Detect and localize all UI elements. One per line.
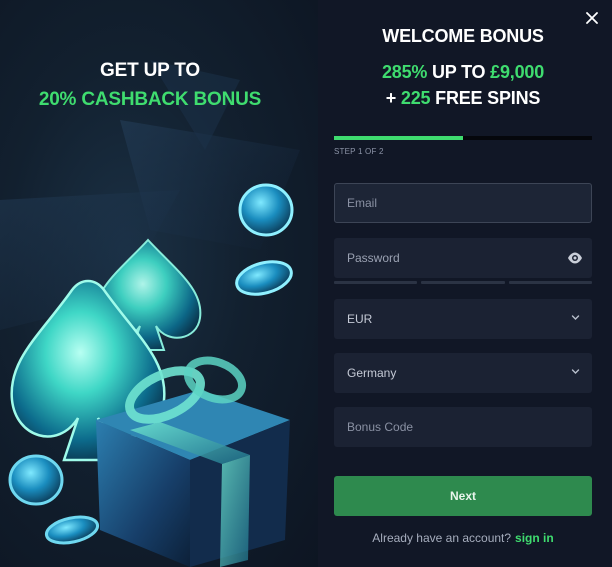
- signup-modal: GET UP TO 20% CASHBACK BONUS WELCOME BON…: [0, 0, 612, 567]
- eye-icon[interactable]: [567, 251, 583, 265]
- bonus-code-field[interactable]: [334, 407, 592, 447]
- signin-link[interactable]: sign in: [515, 531, 554, 545]
- password-field[interactable]: Password: [334, 238, 592, 278]
- step-progress-bar: [334, 136, 592, 140]
- spins-count: 225: [400, 88, 431, 108]
- currency-select[interactable]: EUR: [334, 299, 592, 339]
- password-strength-meter: [334, 281, 592, 284]
- promo-cashback: 20% CASHBACK BONUS: [38, 89, 262, 110]
- promo-panel: GET UP TO 20% CASHBACK BONUS: [0, 0, 318, 567]
- close-icon: [586, 12, 598, 24]
- next-button[interactable]: Next: [334, 476, 592, 516]
- country-value: Germany: [347, 366, 397, 380]
- welcome-title: WELCOME BONUS: [382, 26, 544, 46]
- chevron-down-icon: [571, 315, 580, 320]
- bonus-percent: 285%: [381, 62, 428, 82]
- strength-segment: [334, 281, 418, 284]
- account-prompt-text: Already have an account?: [372, 531, 512, 545]
- close-icon[interactable]: [582, 8, 602, 28]
- step-indicator: STEP 1 OF 2: [334, 147, 384, 156]
- email-field[interactable]: [334, 183, 592, 223]
- bonus-amount: £9,000: [490, 62, 545, 82]
- strength-segment: [508, 281, 592, 284]
- currency-value: EUR: [347, 312, 373, 326]
- promo-headline: GET UP TO: [100, 60, 200, 81]
- spins-label: FREE SPINS: [430, 88, 541, 108]
- chevron-down-icon: [571, 369, 580, 374]
- signup-panel: WELCOME BONUS 285% UP TO £9,000 + 225 FR…: [318, 0, 612, 567]
- chip-shape: [44, 515, 100, 545]
- step-progress-fill: [334, 136, 463, 140]
- country-select[interactable]: Germany: [334, 353, 592, 393]
- strength-segment: [421, 281, 505, 284]
- chip-shape: [8, 454, 64, 506]
- promo-text: GET UP TO 20% CASHBACK BONUS: [0, 60, 300, 111]
- signin-prompt: Already have an account? sign in: [318, 531, 608, 545]
- bonus-up-to: UP TO: [427, 62, 491, 82]
- spins-plus: +: [385, 88, 401, 108]
- bonus-offer-line: 285% UP TO £9,000: [318, 62, 608, 83]
- password-placeholder: Password: [347, 251, 400, 265]
- chip-shape: [238, 183, 294, 237]
- chip-shape: [235, 260, 293, 296]
- spins-offer-line: + 225 FREE SPINS: [318, 88, 608, 109]
- gift-ribbon: [220, 455, 250, 567]
